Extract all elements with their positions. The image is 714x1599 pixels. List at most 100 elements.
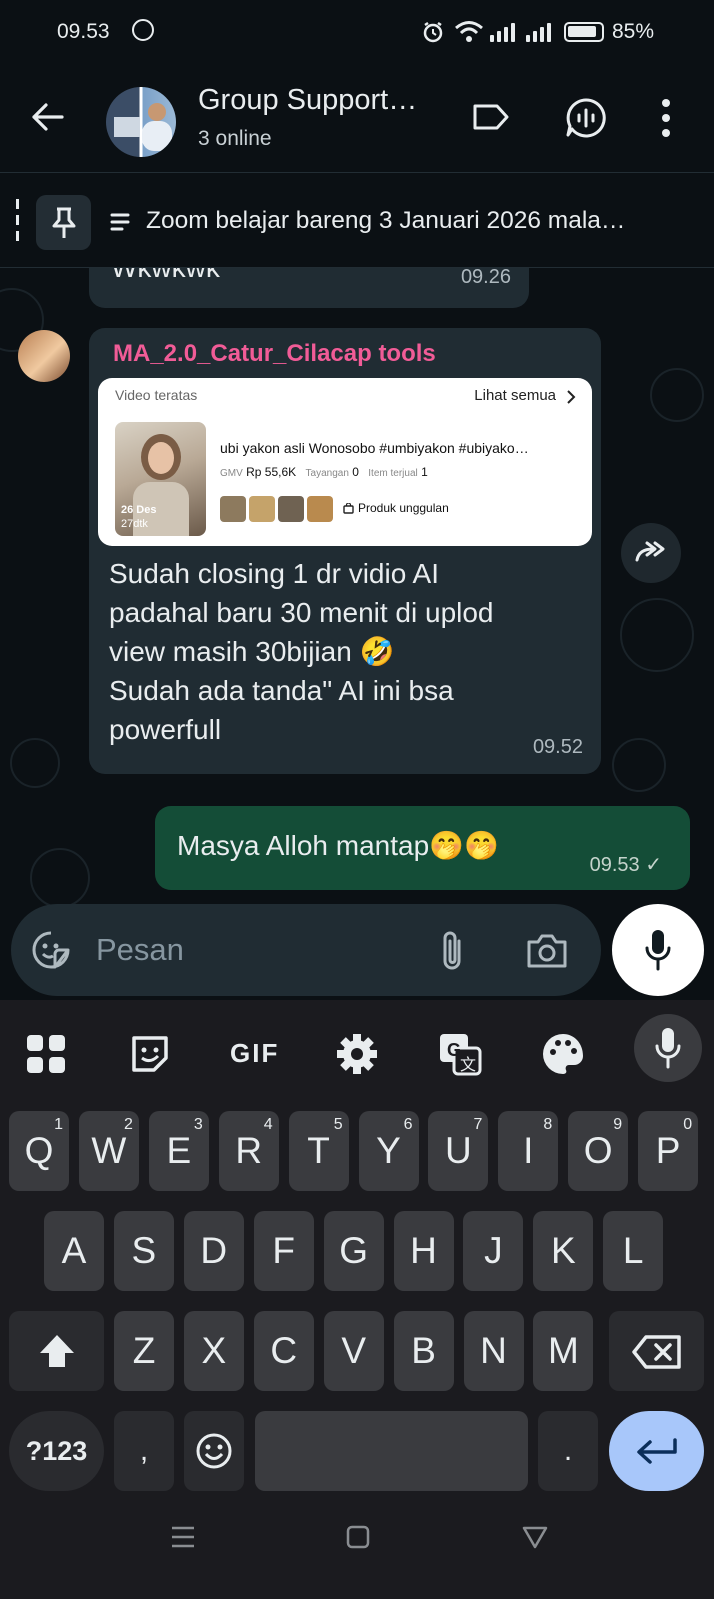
text-lines-icon — [110, 213, 130, 231]
card-label: Video teratas — [115, 387, 198, 403]
mic-icon — [655, 1028, 681, 1069]
key-g[interactable]: G — [323, 1211, 384, 1291]
key-p[interactable]: P0 — [638, 1111, 699, 1191]
chat-header: Group Support… 3 online — [0, 64, 714, 172]
key-f[interactable]: F — [253, 1211, 314, 1291]
see-all-link[interactable]: Lihat semua — [474, 387, 556, 404]
key-j[interactable]: J — [463, 1211, 524, 1291]
shift-key[interactable] — [9, 1311, 104, 1391]
settings-icon[interactable] — [333, 1030, 381, 1078]
message-input[interactable]: Pesan — [11, 904, 601, 996]
key-z[interactable]: Z — [114, 1311, 174, 1391]
product-thumb — [278, 496, 304, 522]
voice-record-button[interactable] — [612, 904, 704, 996]
key-m[interactable]: M — [533, 1311, 594, 1391]
apps-icon[interactable] — [22, 1030, 70, 1078]
key-y[interactable]: Y6 — [358, 1111, 419, 1191]
video-stats: GMV Rp 55,6K Tayangan 0 Item terjual 1 — [220, 465, 428, 479]
product-thumb — [307, 496, 333, 522]
message-body: Sudah closing 1 dr vidio AI padahal baru… — [109, 554, 494, 749]
enter-key[interactable] — [609, 1411, 704, 1491]
key-l[interactable]: L — [603, 1211, 664, 1291]
symbols-key[interactable]: ?123 — [9, 1411, 104, 1491]
status-bar: 09.53 85% — [0, 0, 714, 64]
voice-chat-icon[interactable] — [565, 97, 607, 139]
battery-icon — [564, 22, 604, 42]
key-a[interactable]: A — [44, 1211, 104, 1291]
key-n[interactable]: N — [463, 1311, 524, 1391]
message-line: padahal baru 30 menit di uplod — [109, 597, 494, 628]
backspace-key[interactable] — [609, 1311, 704, 1391]
forward-icon — [635, 541, 665, 562]
pinned-text: Zoom belajar bareng 3 Januari 2026 mala… — [146, 207, 626, 234]
message-bubble-incoming[interactable]: MA_2.0_Catur_Cilacap tools Video teratas… — [89, 328, 601, 774]
signal-icon-2 — [526, 22, 556, 42]
mic-icon — [645, 930, 671, 971]
keyboard-voice-button[interactable] — [634, 1014, 702, 1082]
bag-icon — [343, 503, 354, 514]
sender-avatar[interactable] — [18, 330, 70, 382]
sticker-icon[interactable] — [31, 930, 71, 970]
group-avatar[interactable] — [106, 87, 176, 157]
video-stats-card[interactable]: Video teratas Lihat semua 26 Des 27dtk u… — [98, 378, 592, 546]
key-o[interactable]: O9 — [568, 1111, 629, 1191]
key-w[interactable]: W2 — [78, 1111, 139, 1191]
more-options-icon[interactable] — [660, 98, 672, 138]
key-k[interactable]: K — [533, 1211, 594, 1291]
camera-icon[interactable] — [526, 933, 568, 969]
palette-icon[interactable] — [539, 1030, 587, 1078]
attach-icon[interactable] — [439, 929, 465, 973]
online-status: 3 online — [198, 127, 272, 150]
featured-badge: Produk unggulan — [358, 501, 449, 515]
label-icon[interactable] — [472, 102, 510, 132]
key-h[interactable]: H — [393, 1211, 454, 1291]
pin-icon — [36, 195, 91, 250]
period-key[interactable]: . — [538, 1411, 598, 1491]
forward-button[interactable] — [621, 523, 681, 583]
back-arrow-icon[interactable] — [30, 102, 64, 132]
space-key[interactable] — [255, 1411, 528, 1491]
signal-icon-1 — [490, 22, 520, 42]
key-i[interactable]: I8 — [498, 1111, 559, 1191]
message-bubble-prev[interactable]: Wkwkwk 09.26 — [89, 268, 529, 308]
emoji-key[interactable] — [184, 1411, 244, 1491]
shift-icon — [40, 1335, 74, 1367]
thumb-duration: 27dtk — [121, 518, 148, 530]
key-d[interactable]: D — [183, 1211, 244, 1291]
message-bubble-outgoing[interactable]: Masya Alloh mantap🤭🤭 09.53 ✓ — [155, 806, 690, 890]
key-s[interactable]: S — [113, 1211, 174, 1291]
comma-key[interactable]: , — [114, 1411, 174, 1491]
key-e[interactable]: E3 — [148, 1111, 209, 1191]
video-thumbnail[interactable]: 26 Des 27dtk — [115, 422, 206, 536]
recent-apps-icon[interactable] — [170, 1525, 196, 1549]
product-thumb — [249, 496, 275, 522]
key-u[interactable]: U7 — [428, 1111, 489, 1191]
back-nav-icon[interactable] — [522, 1525, 548, 1549]
gif-button[interactable]: GIF — [230, 1038, 279, 1069]
chat-area: Wkwkwk 09.26 MA_2.0_Catur_Cilacap tools … — [0, 268, 714, 988]
alarm-icon — [423, 21, 443, 43]
message-input-bar: Pesan — [0, 888, 714, 1000]
key-x[interactable]: X — [183, 1311, 244, 1391]
svg-text:文: 文 — [460, 1055, 476, 1074]
sender-name[interactable]: MA_2.0_Catur_Cilacap tools — [113, 340, 436, 368]
thumb-date: 26 Des — [121, 504, 157, 516]
key-q[interactable]: Q1 — [9, 1111, 69, 1191]
keyboard: GIF G文 ?123 , . Q1W2E3R4T5Y6U7I8O9P0ASDF… — [0, 1000, 714, 1599]
sticker-icon[interactable] — [126, 1030, 174, 1078]
message-line: Sudah ada tanda" AI ini bsa — [109, 675, 454, 706]
translate-icon[interactable]: G文 — [436, 1030, 484, 1078]
key-c[interactable]: C — [253, 1311, 314, 1391]
chevron-right-icon — [567, 390, 576, 404]
chat-title[interactable]: Group Support… — [198, 84, 417, 117]
key-t[interactable]: T5 — [288, 1111, 349, 1191]
key-r[interactable]: R4 — [218, 1111, 279, 1191]
message-time: 09.53 ✓ — [589, 854, 662, 876]
video-title: ubi yakon asli Wonosobo #umbiyakon #ubiy… — [220, 440, 529, 456]
home-icon[interactable] — [346, 1525, 370, 1549]
key-b[interactable]: B — [393, 1311, 454, 1391]
pinned-message-bar[interactable]: Zoom belajar bareng 3 Januari 2026 mala… — [0, 172, 714, 268]
battery-percent: 85% — [612, 20, 655, 43]
whatsapp-notification-icon — [132, 19, 154, 41]
key-v[interactable]: V — [323, 1311, 384, 1391]
